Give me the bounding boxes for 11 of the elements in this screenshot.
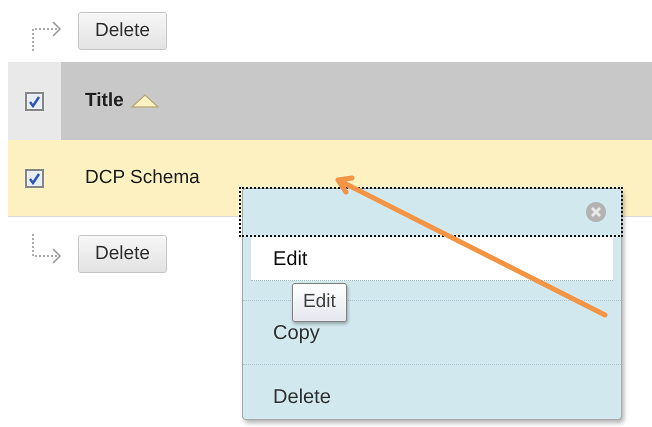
delete-button[interactable]: Delete (78, 234, 167, 274)
column-header[interactable]: Title (85, 86, 124, 116)
tooltip: Edit (292, 283, 347, 322)
row-title[interactable]: DCP Schema (85, 164, 200, 192)
checkmark-icon (28, 94, 41, 108)
delete-button[interactable]: Delete (78, 12, 167, 50)
menu-item[interactable]: Delete (243, 365, 621, 427)
checkbox[interactable] (25, 92, 44, 110)
menu-item[interactable]: Edit (251, 237, 613, 281)
checkbox[interactable] (25, 168, 44, 188)
checkmark-icon (28, 172, 41, 184)
